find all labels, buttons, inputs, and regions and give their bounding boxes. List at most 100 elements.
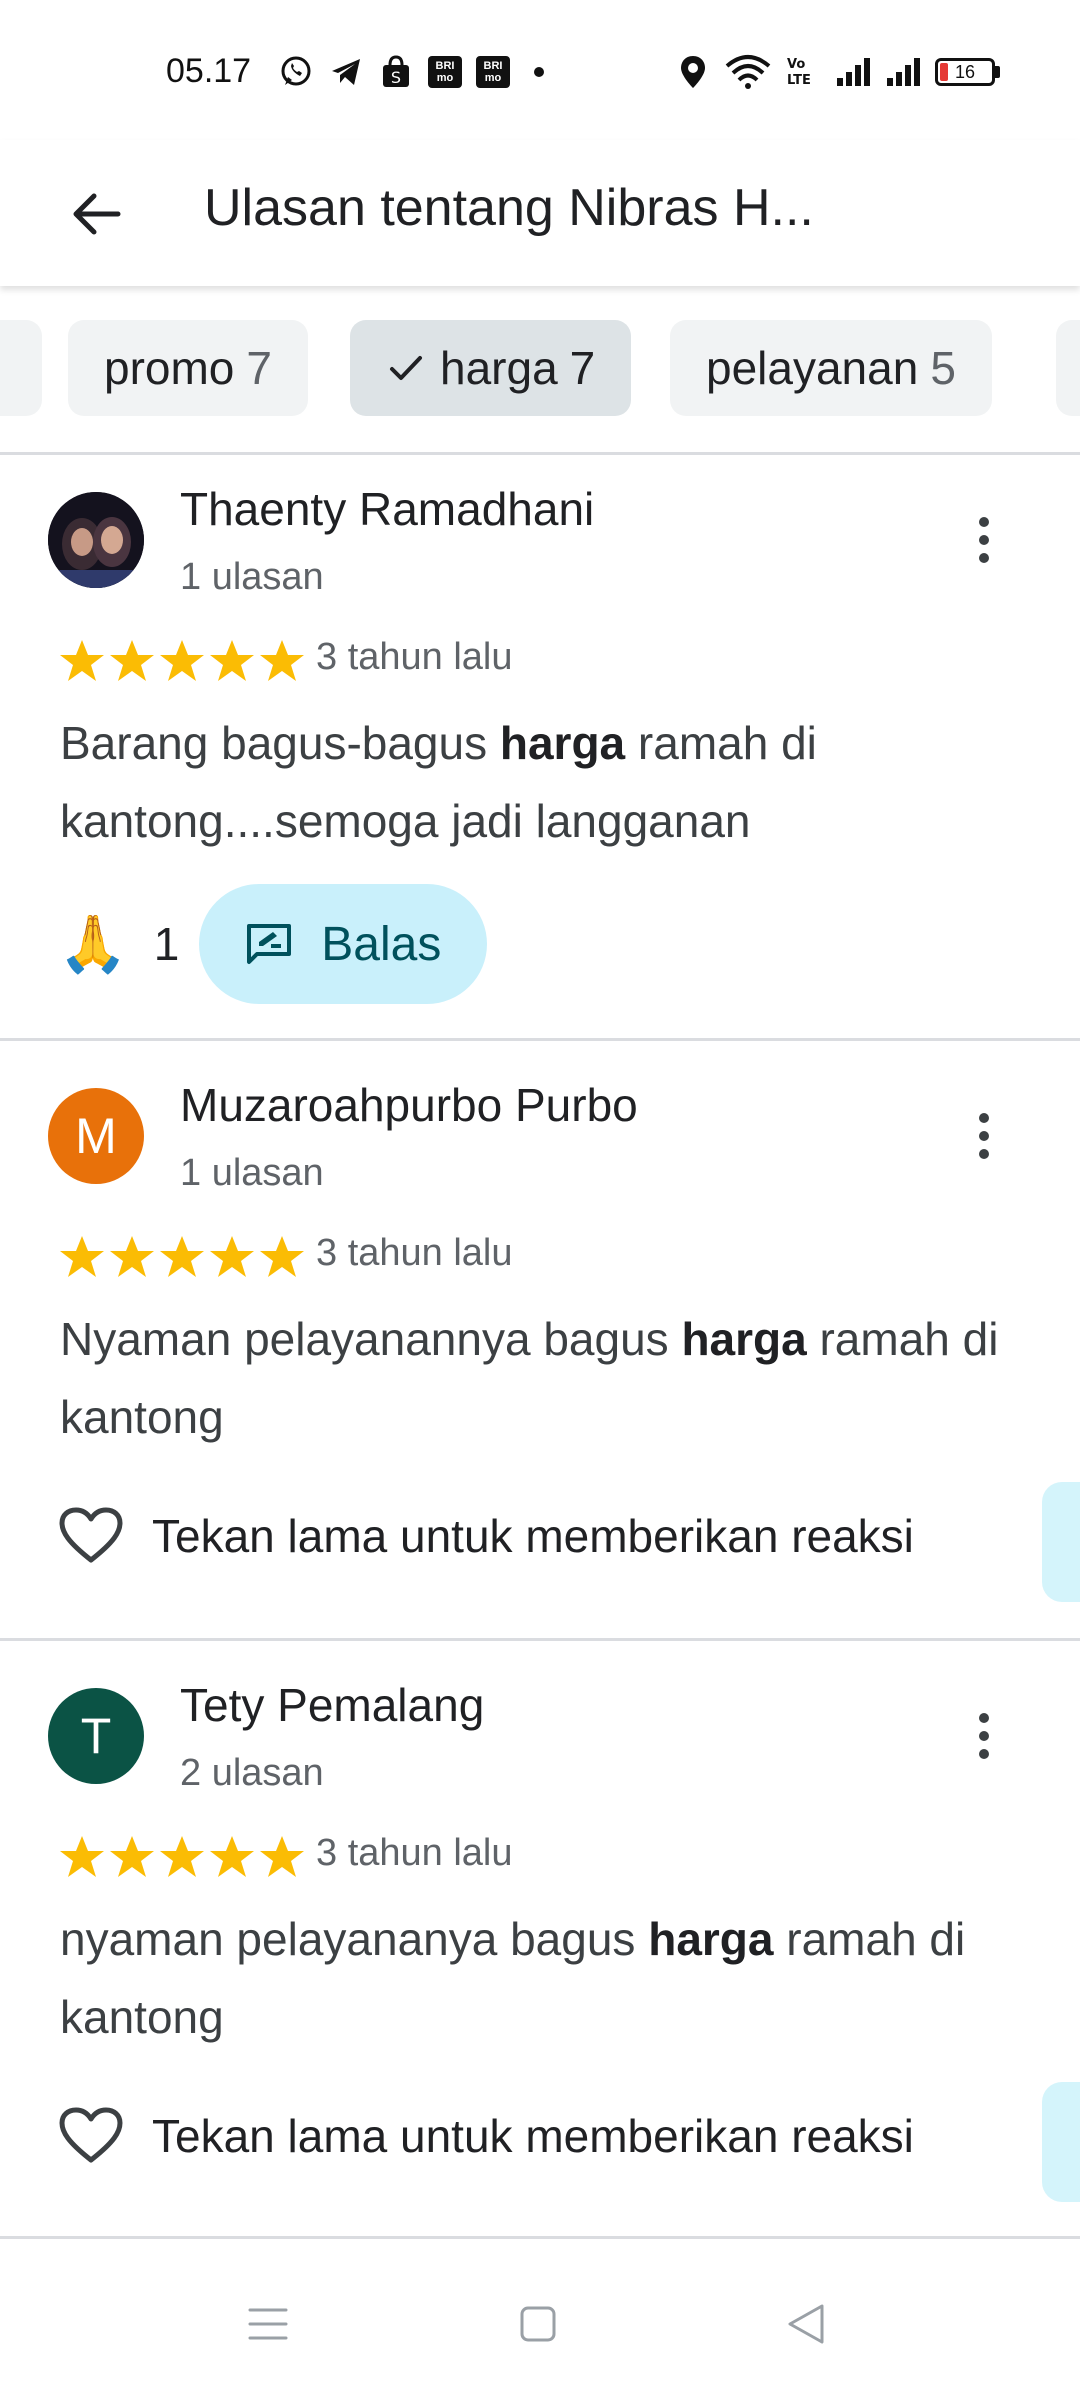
review-text: Barang bagus-bagus harga ramah di kanton… [60, 717, 817, 847]
chip-count: 7 [569, 342, 596, 394]
avatar-letter: M [75, 1108, 117, 1164]
review-text: nyaman pelayananya bagus harga ramah di … [60, 1913, 966, 2043]
back-nav-button[interactable] [766, 2284, 846, 2364]
reaction-hint-row[interactable]: Tekan lama untuk memberikan reaksi [58, 1506, 914, 1566]
star-icon [260, 640, 304, 681]
svg-text:LTE: LTE [787, 73, 811, 88]
filter-chips: promo 7 harga 7 pelayanan 5 [0, 320, 1080, 418]
star-icon [110, 1236, 154, 1277]
keyword-highlight: harga [681, 1313, 807, 1365]
chip-partial[interactable] [1056, 320, 1080, 416]
more-options-button[interactable] [960, 500, 1008, 580]
review-time: 3 tahun lalu [316, 1232, 513, 1274]
star-icon [210, 1236, 254, 1277]
avatar[interactable]: T [48, 1688, 144, 1784]
system-icons: Vo LTE 16 [675, 50, 1000, 94]
star-icon [160, 1236, 204, 1277]
avatar[interactable]: M [48, 1088, 144, 1184]
reviewer-review-count: 1 ulasan [180, 1152, 324, 1194]
svg-text:S: S [391, 68, 401, 87]
notification-icons: S BRI mo BRI mo [278, 52, 544, 92]
back-triangle-icon [788, 2304, 824, 2344]
back-button[interactable] [56, 174, 136, 254]
status-time: 05.17 [166, 52, 252, 90]
star-rating [58, 638, 306, 684]
review-card: M Muzaroahpurbo Purbo 1 ulasan 3 tahun l… [0, 1042, 1080, 1638]
reviewer-name[interactable]: Muzaroahpurbo Purbo [180, 1078, 638, 1132]
reaction-emoji[interactable]: 🙏 [58, 911, 128, 977]
dot-icon [534, 67, 544, 77]
star-icon [160, 640, 204, 681]
heart-outline-icon [59, 1507, 123, 1563]
battery-icon: 16 [935, 58, 1000, 86]
more-options-button[interactable] [960, 1696, 1008, 1776]
star-icon [260, 1236, 304, 1277]
status-bar: 05.17 S BRI mo BRI mo Vo LTE 16 [0, 0, 1080, 140]
menu-icon [248, 2308, 288, 2340]
signal-icon [835, 54, 871, 90]
keyword-highlight: harga [499, 717, 626, 769]
reaction-hint-row[interactable]: Tekan lama untuk memberikan reaksi [58, 2106, 914, 2166]
star-icon [260, 1836, 304, 1877]
chip-count: 5 [930, 342, 956, 394]
more-options-button[interactable] [960, 1096, 1008, 1176]
star-icon [60, 1836, 104, 1877]
chip-partial[interactable] [0, 320, 42, 416]
recents-button[interactable] [228, 2284, 308, 2364]
chip-label: pelayanan [706, 342, 919, 394]
divider [0, 1638, 1080, 1641]
more-vert-icon [979, 517, 989, 563]
review-time: 3 tahun lalu [316, 636, 513, 678]
chip-promo[interactable]: promo 7 [68, 320, 308, 416]
avatar-letter: T [80, 1708, 112, 1764]
reviewer-name[interactable]: Tety Pemalang [180, 1678, 484, 1732]
star-icon [60, 1236, 104, 1277]
more-vert-icon [979, 1113, 989, 1159]
chip-pelayanan[interactable]: pelayanan 5 [670, 320, 992, 416]
reply-button[interactable]: Balas [199, 884, 488, 1004]
scroll-indicator[interactable] [1042, 2082, 1080, 2202]
star-rating [58, 1234, 306, 1280]
home-icon [520, 2306, 556, 2342]
app-bar: Ulasan tentang Nibras H... [0, 140, 1080, 286]
chip-harga[interactable]: harga 7 [350, 320, 632, 416]
scroll-indicator[interactable] [1042, 1482, 1080, 1602]
reply-icon [247, 924, 292, 964]
review-card: T Tety Pemalang 2 ulasan 3 tahun lalu ny… [0, 1642, 1080, 2238]
divider [0, 1038, 1080, 1041]
reaction-hint: Tekan lama untuk memberikan reaksi [152, 2110, 914, 2162]
reviewer-name[interactable]: Thaenty Ramadhani [180, 482, 594, 536]
star-icon [210, 1836, 254, 1877]
chip-label: promo [104, 342, 235, 394]
reaction-hint: Tekan lama untuk memberikan reaksi [152, 1510, 914, 1562]
avatar[interactable] [48, 492, 144, 588]
whatsapp-icon [278, 54, 314, 90]
telegram-icon [328, 54, 364, 90]
arrow-back-icon [73, 193, 121, 235]
star-icon [60, 640, 104, 681]
chip-count: 7 [246, 342, 272, 394]
signal-icon [885, 54, 921, 90]
review-text: Nyaman pelayanannya bagus harga ramah di… [60, 1313, 999, 1443]
wifi-icon [725, 54, 771, 90]
brimo-icon: BRI mo [428, 56, 462, 88]
keyword-highlight: harga [648, 1913, 774, 1965]
divider [0, 2236, 1080, 2239]
battery-percent: 16 [954, 61, 976, 82]
svg-text:Vo: Vo [787, 57, 805, 72]
reviewer-review-count: 2 ulasan [180, 1752, 324, 1794]
home-button[interactable] [498, 2284, 578, 2364]
review-card: Thaenty Ramadhani 1 ulasan 3 tahun lalu … [0, 456, 1080, 1038]
star-icon [110, 1836, 154, 1877]
shopping-bag-icon: S [378, 54, 414, 90]
avatar-photo [48, 492, 144, 588]
divider [0, 452, 1080, 455]
reaction-count: 1 [153, 918, 180, 970]
heart-outline-icon [59, 2107, 123, 2163]
reviewer-review-count: 1 ulasan [180, 556, 324, 598]
star-rating [58, 1834, 306, 1880]
star-icon [110, 640, 154, 681]
system-nav-bar [0, 2240, 1080, 2400]
check-icon [386, 348, 426, 388]
brimo-icon: BRI mo [476, 56, 510, 88]
